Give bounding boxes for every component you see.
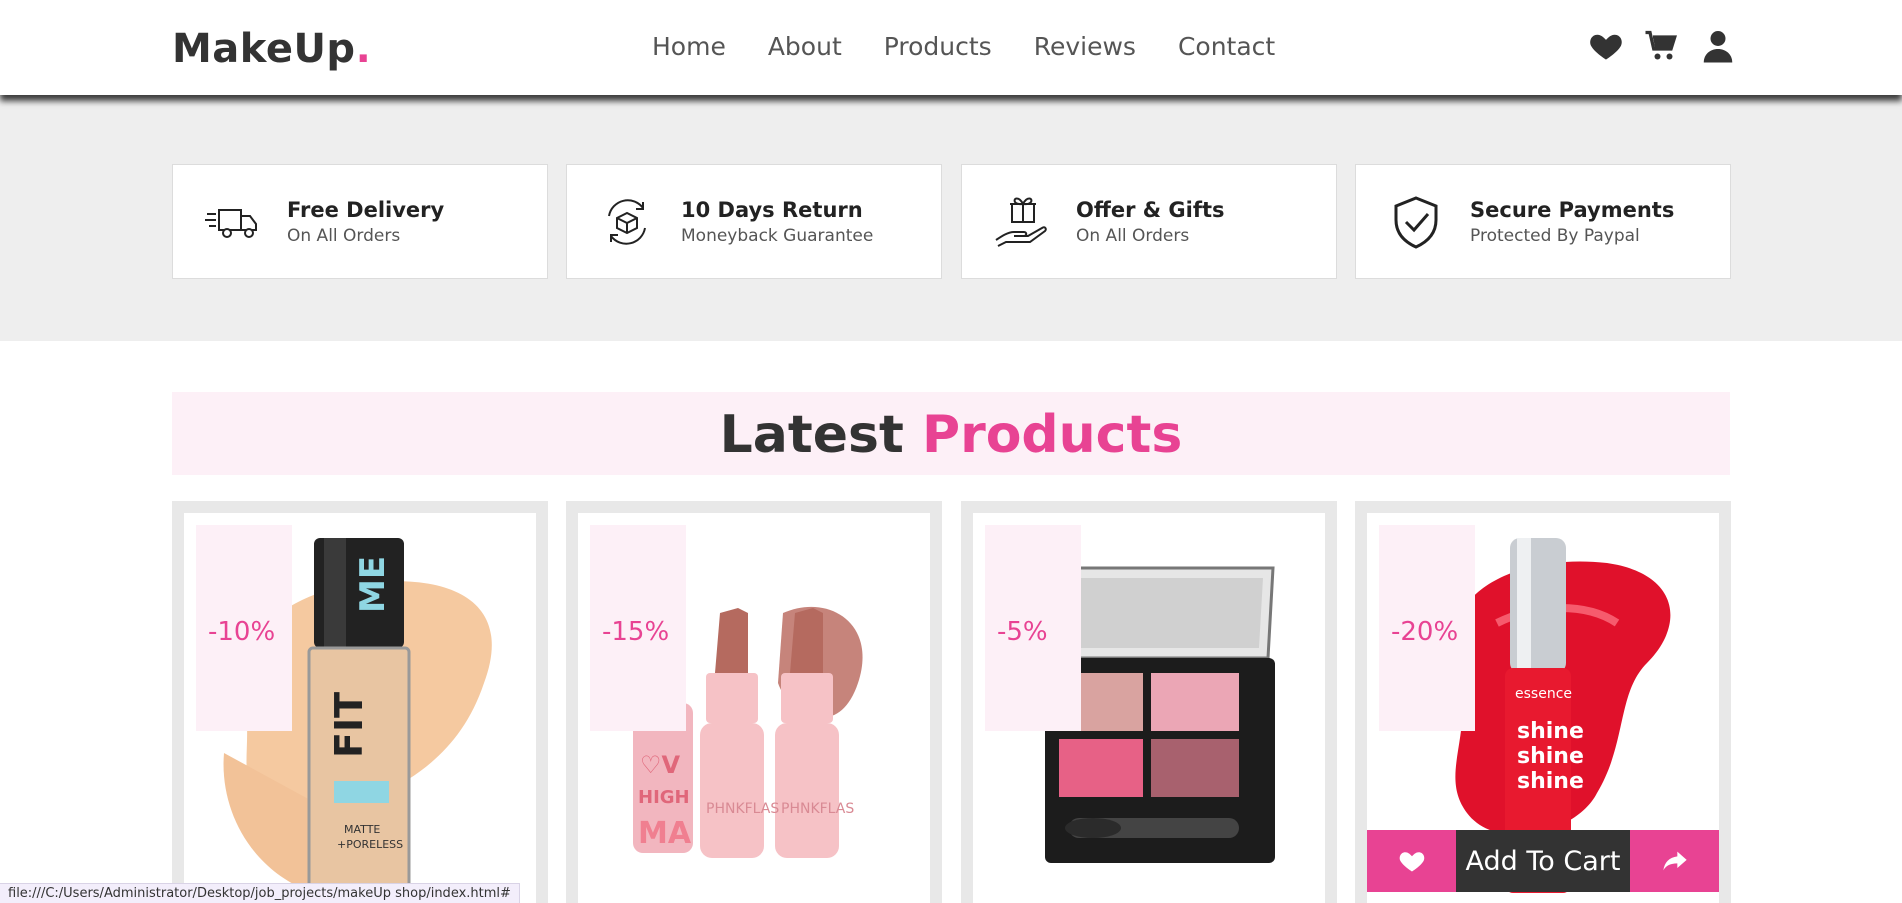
svg-text:shine: shine — [1517, 744, 1584, 769]
wishlist-button[interactable] — [1367, 830, 1456, 892]
add-to-cart-button[interactable]: Add To Cart — [1456, 830, 1630, 892]
section-heading-band: Latest Products — [172, 392, 1730, 475]
product-card[interactable]: ♡V HIGH MA PHNKFLAS PHNKFLAS -15% — [566, 501, 942, 903]
svg-text:shine: shine — [1517, 769, 1584, 794]
feature-title: Free Delivery — [287, 197, 445, 222]
share-arrow-icon — [1662, 851, 1687, 871]
svg-text:essence: essence — [1515, 686, 1572, 702]
feature-free-delivery: Free Delivery On All Orders — [172, 164, 548, 279]
main-nav: Home About Products Reviews Contact — [652, 32, 1317, 61]
return-box-icon — [597, 192, 657, 252]
heart-icon[interactable] — [1588, 28, 1624, 64]
svg-text:ME: ME — [353, 556, 393, 613]
product-card-inner: ♡V HIGH MA PHNKFLAS PHNKFLAS -15% — [578, 513, 930, 903]
nav-about[interactable]: About — [768, 32, 842, 61]
feature-title: Secure Payments — [1470, 197, 1675, 222]
feature-secure-payments: Secure Payments Protected By Paypal — [1355, 164, 1731, 279]
svg-text:MATTE: MATTE — [344, 823, 380, 836]
user-icon[interactable] — [1700, 28, 1736, 64]
feature-title: Offer & Gifts — [1076, 197, 1225, 222]
feature-text: Offer & Gifts On All Orders — [1076, 198, 1225, 246]
discount-badge: -5% — [985, 525, 1081, 731]
shield-check-icon — [1386, 192, 1446, 252]
product-card-inner: ME FIT MATTE +PORELESS -10% — [184, 513, 536, 903]
discount-badge: -10% — [196, 525, 292, 731]
section-heading: Latest Products — [172, 392, 1730, 478]
svg-text:shine: shine — [1517, 719, 1584, 744]
card-action-bar: Add To Cart — [1367, 830, 1719, 892]
share-button[interactable] — [1630, 830, 1719, 892]
feature-subtitle: On All Orders — [287, 225, 401, 246]
site-header: MakeUp. Home About Products Reviews Cont… — [0, 0, 1902, 95]
svg-text:PHNKFLAS: PHNKFLAS — [781, 801, 854, 817]
discount-badge: -15% — [590, 525, 686, 731]
feature-offer-gifts: Offer & Gifts On All Orders — [961, 164, 1337, 279]
feature-title: 10 Days Return — [681, 197, 863, 222]
svg-text:+PORELESS: +PORELESS — [337, 838, 403, 851]
feature-return: 10 Days Return Moneyback Guarantee — [566, 164, 942, 279]
logo[interactable]: MakeUp. — [172, 26, 371, 72]
feature-text: Free Delivery On All Orders — [287, 198, 444, 246]
browser-status-url: file:///C:/Users/Administrator/Desktop/j… — [0, 883, 520, 903]
svg-text:HIGH: HIGH — [638, 787, 690, 808]
nav-products[interactable]: Products — [884, 32, 992, 61]
cart-icon[interactable] — [1644, 28, 1680, 64]
feature-subtitle: Protected By Paypal — [1470, 225, 1640, 246]
nav-reviews[interactable]: Reviews — [1034, 32, 1136, 61]
heading-accent: Products — [921, 405, 1183, 465]
feature-subtitle: On All Orders — [1076, 225, 1190, 246]
heading-main: Latest — [719, 405, 904, 465]
product-card-inner: -5% — [973, 513, 1325, 903]
feature-text: Secure Payments Protected By Paypal — [1470, 198, 1674, 246]
gift-hand-icon — [992, 192, 1052, 252]
svg-text:MA: MA — [638, 816, 692, 851]
product-card[interactable]: -5% — [961, 501, 1337, 903]
feature-text: 10 Days Return Moneyback Guarantee — [681, 198, 873, 246]
heart-icon — [1399, 852, 1424, 872]
svg-text:PHNKFLAS: PHNKFLAS — [706, 801, 779, 817]
svg-text:♡V: ♡V — [640, 751, 681, 779]
feature-subtitle: Moneyback Guarantee — [681, 225, 874, 246]
header-icons — [1588, 28, 1736, 64]
product-card[interactable]: ME FIT MATTE +PORELESS -10% — [172, 501, 548, 903]
product-card-inner: essence shine shine shine -20% Add To Ca… — [1367, 513, 1719, 903]
logo-text: MakeUp — [172, 26, 356, 72]
product-card[interactable]: essence shine shine shine -20% Add To Ca… — [1355, 501, 1731, 903]
nav-contact[interactable]: Contact — [1178, 32, 1275, 61]
discount-badge: -20% — [1379, 525, 1475, 731]
nav-home[interactable]: Home — [652, 32, 726, 61]
logo-dot: . — [355, 26, 372, 72]
svg-text:FIT: FIT — [327, 692, 371, 758]
truck-icon — [203, 192, 263, 252]
